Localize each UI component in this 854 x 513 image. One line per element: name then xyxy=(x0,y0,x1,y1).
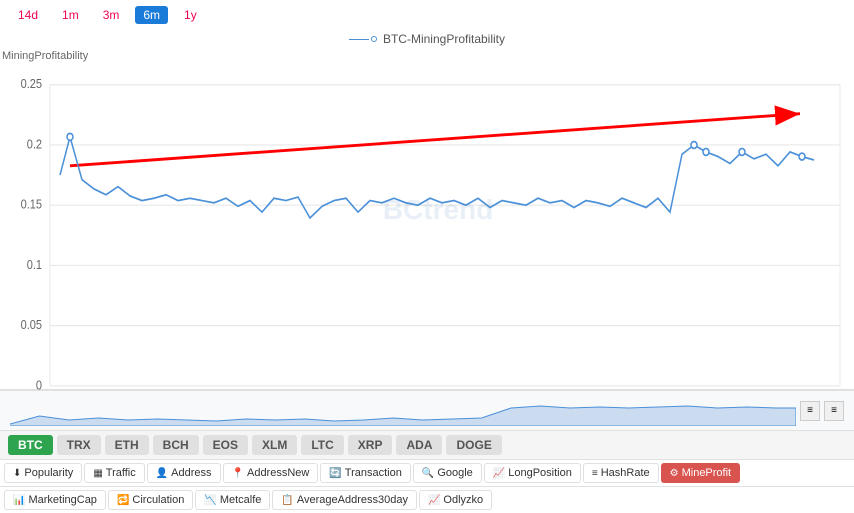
chart-svg: 0.25 0.2 0.15 0.1 0.05 0 2019/01/11 2019… xyxy=(0,50,854,409)
svg-text:0.25: 0.25 xyxy=(21,76,43,91)
metric-tab-address[interactable]: 👤 Address xyxy=(147,463,221,483)
popularity-label: Popularity xyxy=(24,467,73,479)
coin-tabs: BTC TRX ETH BCH EOS XLM LTC XRP ADA DOGE xyxy=(0,430,854,460)
time-btn-3m[interactable]: 3m xyxy=(95,6,128,24)
address-icon: 👤 xyxy=(156,468,168,479)
mineprofit-icon: ⚙ xyxy=(670,468,679,479)
metric-tab-odlyzko[interactable]: 📈 Odlyzko xyxy=(419,490,492,510)
odlyzko-label: Odlyzko xyxy=(443,494,483,506)
traffic-label: Traffic xyxy=(106,467,136,479)
hashrate-icon: ≡ xyxy=(592,468,598,479)
circulation-icon: 🔁 xyxy=(117,495,129,506)
coin-tab-eos[interactable]: EOS xyxy=(203,435,248,455)
svg-text:0.05: 0.05 xyxy=(21,317,43,332)
avgaddress30-icon: 📋 xyxy=(281,495,293,506)
metric-tab-transaction[interactable]: 🔄 Transaction xyxy=(320,463,411,483)
metric-tab-marketingcap[interactable]: 📊 MarketingCap xyxy=(4,490,106,510)
metcalfe-label: Metcalfe xyxy=(220,494,262,506)
metric-tabs-row1: ⬇ Popularity ▦ Traffic 👤 Address 📍 Addre… xyxy=(0,460,854,487)
minimap-content[interactable] xyxy=(10,396,796,426)
avgaddress30-label: AverageAddress30day xyxy=(297,494,408,506)
metric-tab-longposition[interactable]: 📈 LongPosition xyxy=(484,463,581,483)
coin-tab-ada[interactable]: ADA xyxy=(396,435,442,455)
metric-tab-circulation[interactable]: 🔁 Circulation xyxy=(108,490,193,510)
chart-container: BTC-MiningProfitability MiningProfitabil… xyxy=(0,30,854,390)
svg-text:0.2: 0.2 xyxy=(27,137,43,152)
traffic-icon: ▦ xyxy=(93,468,102,479)
time-btn-14d[interactable]: 14d xyxy=(10,6,46,24)
marketingcap-icon: 📊 xyxy=(13,495,25,506)
coin-tab-ltc[interactable]: LTC xyxy=(301,435,343,455)
hashrate-label: HashRate xyxy=(601,467,650,479)
coin-tab-doge[interactable]: DOGE xyxy=(446,435,501,455)
coin-tab-trx[interactable]: TRX xyxy=(57,435,101,455)
transaction-icon: 🔄 xyxy=(329,468,341,479)
y-axis-label: MiningProfitability xyxy=(2,50,88,62)
metric-tab-google[interactable]: 🔍 Google xyxy=(413,463,482,483)
metcalfe-icon: 📉 xyxy=(204,495,216,506)
minimap-controls: ≡ ≡ xyxy=(800,401,844,421)
odlyzko-icon: 📈 xyxy=(428,495,440,506)
metric-tab-traffic[interactable]: ▦ Traffic xyxy=(84,463,144,483)
legend-label: BTC-MiningProfitability xyxy=(383,32,505,46)
mineprofit-label: MineProfit xyxy=(682,467,732,479)
addressnew-label: AddressNew xyxy=(247,467,309,479)
metric-tab-metcalfe[interactable]: 📉 Metcalfe xyxy=(195,490,270,510)
coin-tab-bch[interactable]: BCH xyxy=(153,435,199,455)
metric-tab-avgaddress30[interactable]: 📋 AverageAddress30day xyxy=(272,490,417,510)
zoom-in-btn[interactable]: ≡ xyxy=(824,401,844,421)
metric-tab-addressnew[interactable]: 📍 AddressNew xyxy=(223,463,319,483)
svg-text:0.15: 0.15 xyxy=(21,197,43,212)
circulation-label: Circulation xyxy=(132,494,184,506)
metric-tab-popularity[interactable]: ⬇ Popularity xyxy=(4,463,82,483)
legend: BTC-MiningProfitability xyxy=(0,30,854,50)
coin-tab-btc[interactable]: BTC xyxy=(8,435,53,455)
coin-tab-xlm[interactable]: XLM xyxy=(252,435,297,455)
address-label: Address xyxy=(171,467,211,479)
zoom-out-btn[interactable]: ≡ xyxy=(800,401,820,421)
addressnew-icon: 📍 xyxy=(232,468,244,479)
google-label: Google xyxy=(437,467,472,479)
longposition-icon: 📈 xyxy=(493,468,505,479)
time-btn-1y[interactable]: 1y xyxy=(176,6,205,24)
popularity-icon: ⬇ xyxy=(13,468,21,479)
transaction-label: Transaction xyxy=(345,467,402,479)
time-range-bar: 14d 1m 3m 6m 1y xyxy=(0,0,854,30)
svg-text:0.1: 0.1 xyxy=(27,257,43,272)
metric-tab-hashrate[interactable]: ≡ HashRate xyxy=(583,463,659,483)
watermark: BCtrend xyxy=(383,194,493,226)
metric-tab-mineprofit[interactable]: ⚙ MineProfit xyxy=(661,463,741,483)
google-icon: 🔍 xyxy=(422,468,434,479)
longposition-label: LongPosition xyxy=(508,467,572,479)
metric-tabs-row2: 📊 MarketingCap 🔁 Circulation 📉 Metcalfe … xyxy=(0,487,854,513)
time-btn-6m[interactable]: 6m xyxy=(135,6,168,24)
minimap: ≡ ≡ xyxy=(0,390,854,430)
coin-tab-xrp[interactable]: XRP xyxy=(348,435,393,455)
marketingcap-label: MarketingCap xyxy=(28,494,96,506)
coin-tab-eth[interactable]: ETH xyxy=(105,435,149,455)
time-btn-1m[interactable]: 1m xyxy=(54,6,87,24)
